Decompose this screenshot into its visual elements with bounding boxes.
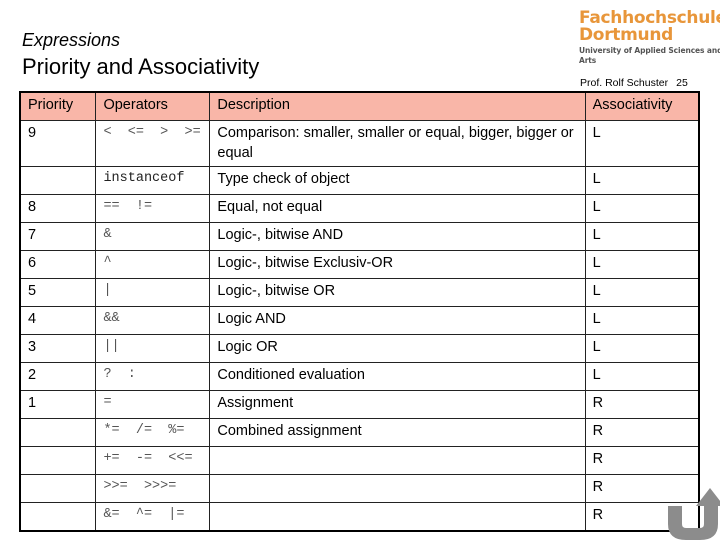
column-header-description: Description [209, 91, 586, 121]
priority-cell: 2 [19, 362, 97, 391]
priority-cell [19, 502, 97, 532]
operator-table: Priority Operators Description Associati… [19, 91, 700, 532]
description-cell: Combined assignment [209, 418, 586, 447]
logo-tagline: University of Applied Sciences and Arts [579, 46, 720, 65]
column-header-associativity: Associativity [584, 91, 700, 121]
associativity-cell: L [584, 250, 700, 279]
description-cell: Logic OR [209, 334, 586, 363]
table-row: 2? : Conditioned evaluation L [19, 362, 700, 391]
operators-cell: += -= <<= [95, 446, 211, 475]
priority-cell: 5 [19, 278, 97, 307]
associativity-cell: L [584, 166, 700, 195]
table-row: 7 & Logic-, bitwise AND L [19, 222, 700, 251]
operators-cell: ? : [95, 362, 211, 391]
associativity-cell: L [584, 278, 700, 307]
associativity-cell: L [584, 362, 700, 391]
table-row: &= ^= |= R [19, 502, 700, 532]
university-logo: Fachhochschule Dortmund University of Ap… [579, 10, 720, 66]
priority-cell: 3 [19, 334, 97, 363]
description-cell: Assignment [209, 390, 586, 419]
description-cell: Logic-, bitwise Exclusiv-OR [209, 250, 586, 279]
operators-cell: instanceof [95, 166, 211, 195]
table-row: 9 < <= > >= Comparison: smaller, smaller o… [19, 120, 700, 167]
description-cell: Type check of object [209, 166, 586, 195]
table-row: 3 || Logic OR L [19, 334, 700, 363]
table-row: >>= >>>= R [19, 474, 700, 503]
page-number: 25 [676, 77, 688, 89]
operators-cell: || [95, 334, 211, 363]
priority-cell [19, 418, 97, 447]
associativity-cell: R [584, 418, 700, 447]
table-row: instanceof Type check of object L [19, 166, 700, 195]
table-row: 6 ^ Logic-, bitwise Exclusiv-OR L [19, 250, 700, 279]
associativity-cell: L [584, 334, 700, 363]
priority-cell: 4 [19, 306, 97, 335]
table-row: 8 == != Equal, not equal L [19, 194, 700, 223]
table-row: 5 | Logic-, bitwise OR L [19, 278, 700, 307]
description-cell: Logic-, bitwise OR [209, 278, 586, 307]
priority-cell: 1 [19, 390, 97, 419]
priority-cell [19, 474, 97, 503]
priority-cell [19, 166, 97, 195]
description-cell: Conditioned evaluation [209, 362, 586, 391]
operators-cell: < <= > >= [95, 120, 211, 167]
operators-cell: *= /= %= [95, 418, 211, 447]
operators-cell: = [95, 390, 211, 419]
table-header-row: Priority Operators Description Associati… [19, 91, 700, 121]
description-cell [209, 502, 586, 532]
operators-cell: & [95, 222, 211, 251]
description-cell: Equal, not equal [209, 194, 586, 223]
table-row: 1 = Assignment R [19, 390, 700, 419]
description-cell: Logic-, bitwise AND [209, 222, 586, 251]
logo-line-2: Dortmund [579, 25, 673, 45]
priority-cell: 7 [19, 222, 97, 251]
description-cell: Logic AND [209, 306, 586, 335]
priority-cell: 9 [19, 120, 97, 167]
table-row: += -= <<= R [19, 446, 700, 475]
description-cell: Comparison: smaller, smaller or equal, b… [209, 120, 586, 167]
table-row: 4 && Logic AND L [19, 306, 700, 335]
priority-cell [19, 446, 97, 475]
associativity-cell: L [584, 222, 700, 251]
slide-subtitle: Expressions [22, 30, 121, 50]
column-header-operators: Operators [95, 91, 211, 121]
operators-cell: >>= >>>= [95, 474, 211, 503]
author-name: Prof. Rolf Schuster [580, 77, 669, 89]
associativity-cell: L [584, 120, 700, 167]
column-header-priority: Priority [19, 91, 97, 121]
operators-cell: &= ^= |= [95, 502, 211, 532]
associativity-cell: R [584, 446, 700, 475]
associativity-cell: R [584, 390, 700, 419]
description-cell [209, 446, 586, 475]
priority-cell: 6 [19, 250, 97, 279]
operators-cell: | [95, 278, 211, 307]
operators-cell: == != [95, 194, 211, 223]
priority-cell: 8 [19, 194, 97, 223]
slide-title: Priority and Associativity [22, 54, 260, 79]
operators-cell: && [95, 306, 211, 335]
associativity-cell: L [584, 194, 700, 223]
author-line: Prof. Rolf Schuster 25 [580, 77, 688, 89]
associativity-cell: L [584, 306, 700, 335]
description-cell [209, 474, 586, 503]
undo-arrow-icon[interactable] [666, 484, 720, 540]
table-row: *= /= %= Combined assignment R [19, 418, 700, 447]
operators-cell: ^ [95, 250, 211, 279]
